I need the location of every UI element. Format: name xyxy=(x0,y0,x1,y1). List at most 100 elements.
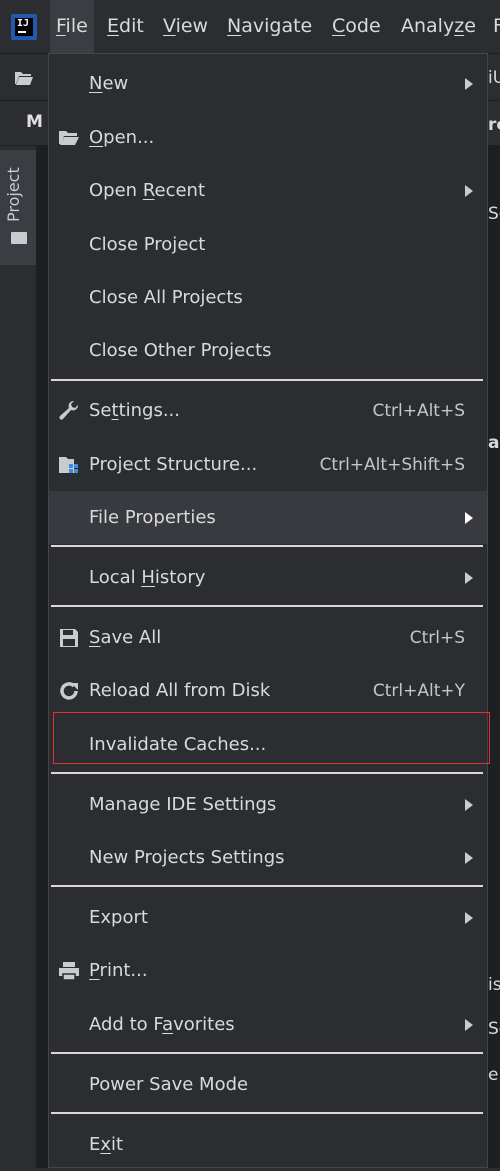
menu-item-open-recent[interactable]: Open Recent xyxy=(49,164,487,217)
menu-item-reload-all-from-disk[interactable]: Reload All from Disk Ctrl+Alt+Y xyxy=(49,664,487,717)
menu-edit-label: dit xyxy=(119,15,144,37)
background-text-fragment: Sc xyxy=(488,204,500,224)
print-icon xyxy=(57,959,81,983)
mnemonic: t xyxy=(111,400,119,421)
menu-item-label: New xyxy=(89,73,128,94)
open-folder-toolbar-icon[interactable] xyxy=(14,70,34,90)
submenu-arrow-icon xyxy=(465,1018,473,1031)
label-text: tings... xyxy=(118,400,180,421)
menu-item-label: Project Structure... xyxy=(89,454,258,475)
menu-code-mnemonic: C xyxy=(332,15,346,37)
label-text: E xyxy=(89,1134,101,1155)
submenu-arrow-icon xyxy=(465,571,473,584)
mnemonic: O xyxy=(89,127,104,148)
menu-analyze[interactable]: Analyze xyxy=(395,0,482,53)
menu-separator xyxy=(51,772,483,774)
menu-item-label: Power Save Mode xyxy=(89,1074,249,1095)
menu-item-label: New Projects Settings xyxy=(89,847,285,868)
menu-view-mnemonic: V xyxy=(163,15,176,37)
label-text: ew xyxy=(102,73,129,94)
menu-item-label: Manage IDE Settings xyxy=(89,794,277,815)
menu-item-project-structure[interactable]: Project Structure... Ctrl+Alt+Shift+S xyxy=(49,438,487,491)
menu-separator xyxy=(51,605,483,607)
menu-edit[interactable]: Edit xyxy=(101,0,150,53)
menu-edit-mnemonic: E xyxy=(107,15,120,37)
menu-item-close-all-projects[interactable]: Close All Projects xyxy=(49,271,487,324)
label-text: ecent xyxy=(154,180,206,201)
menu-item-label: Export xyxy=(89,907,148,928)
menu-item-label: Add to Favorites xyxy=(89,1014,235,1035)
menu-item-add-to-favorites[interactable]: Add to Favorites xyxy=(49,998,487,1051)
background-text-fragment: Sc xyxy=(488,1019,500,1039)
background-text-fragment: e xyxy=(488,1065,499,1085)
label-text: istory xyxy=(154,567,206,588)
menu-item-exit[interactable]: Exit xyxy=(49,1118,487,1171)
menu-analyze-label: e xyxy=(464,15,476,37)
wrench-icon xyxy=(57,399,81,423)
menu-navigate[interactable]: Navigate xyxy=(221,0,318,53)
menu-item-export[interactable]: Export xyxy=(49,891,487,944)
label-text: it xyxy=(111,1134,124,1155)
menu-item-settings[interactable]: Settings... Ctrl+Alt+S xyxy=(49,384,487,437)
menu-separator xyxy=(51,545,483,547)
menu-item-close-project[interactable]: Close Project xyxy=(49,218,487,271)
mnemonic: N xyxy=(89,73,103,94)
menu-item-label: Open Recent xyxy=(89,180,205,201)
background-tab-fragment: M xyxy=(26,112,43,132)
label-text: Se xyxy=(89,400,112,421)
submenu-arrow-icon xyxy=(465,798,473,811)
mnemonic: a xyxy=(162,1014,174,1035)
menu-analyze-mnemonic: z xyxy=(454,15,465,37)
menu-item-power-save-mode[interactable]: Power Save Mode xyxy=(49,1058,487,1111)
menu-item-print[interactable]: Print... xyxy=(49,944,487,997)
menu-item-new-projects-settings[interactable]: New Projects Settings xyxy=(49,831,487,884)
mnemonic: H xyxy=(141,567,155,588)
menu-separator xyxy=(51,1052,483,1054)
background-text-fragment: ap xyxy=(488,433,500,453)
mnemonic: x xyxy=(100,1134,112,1155)
menu-item-shortcut: Ctrl+Alt+Y xyxy=(372,680,465,701)
menu-item-file-properties[interactable]: File Properties xyxy=(49,491,487,544)
file-menu-dropdown: New Open... Open Recent Close Project Cl… xyxy=(48,53,488,1168)
label-text: ave All xyxy=(100,627,162,648)
menu-item-label: Exit xyxy=(89,1134,123,1155)
main-menubar: IJ File Edit View Navigate Code Analyze … xyxy=(0,0,500,54)
menu-file[interactable]: File xyxy=(50,0,94,53)
menu-code[interactable]: Code xyxy=(326,0,387,53)
submenu-arrow-icon xyxy=(465,77,473,90)
menu-item-label: Save All xyxy=(89,627,161,648)
menu-next-label: F xyxy=(493,15,500,37)
project-folder-icon xyxy=(11,232,27,244)
menu-item-local-history[interactable]: Local History xyxy=(49,551,487,604)
submenu-arrow-icon xyxy=(465,911,473,924)
mnemonic: R xyxy=(142,180,155,201)
tool-window-sidebar xyxy=(0,146,37,1168)
menu-next-truncated[interactable]: F xyxy=(487,0,500,53)
submenu-arrow-icon xyxy=(465,184,473,197)
label-text: rint... xyxy=(99,960,148,981)
menu-analyze-prefix: Analy xyxy=(401,15,455,37)
menu-item-label: Print... xyxy=(89,960,148,981)
label-text: Open xyxy=(89,180,143,201)
save-icon xyxy=(57,626,81,650)
menu-navigate-label: avigate xyxy=(241,15,313,37)
menu-item-label: File Properties xyxy=(89,507,216,528)
menu-item-manage-ide-settings[interactable]: Manage IDE Settings xyxy=(49,778,487,831)
menu-item-new[interactable]: New xyxy=(49,57,487,110)
menu-navigate-mnemonic: N xyxy=(227,15,242,37)
intellij-logo-icon: IJ xyxy=(11,14,37,40)
menu-item-open[interactable]: Open... xyxy=(49,111,487,164)
menu-item-shortcut: Ctrl+S xyxy=(409,627,465,648)
menu-item-shortcut: Ctrl+Alt+S xyxy=(372,400,465,421)
menu-item-close-other-projects[interactable]: Close Other Projects xyxy=(49,324,487,377)
menu-item-save-all[interactable]: Save All Ctrl+S xyxy=(49,611,487,664)
project-tab-label: Project xyxy=(4,167,23,222)
label-text: Add to F xyxy=(89,1014,163,1035)
label-text: Local xyxy=(89,567,142,588)
submenu-arrow-icon xyxy=(465,851,473,864)
label-text: vorites xyxy=(173,1014,235,1035)
menu-code-label: ode xyxy=(345,15,381,37)
menu-file-label: ile xyxy=(65,15,88,37)
menu-view-label: iew xyxy=(175,15,209,37)
menu-view[interactable]: View xyxy=(157,0,214,53)
